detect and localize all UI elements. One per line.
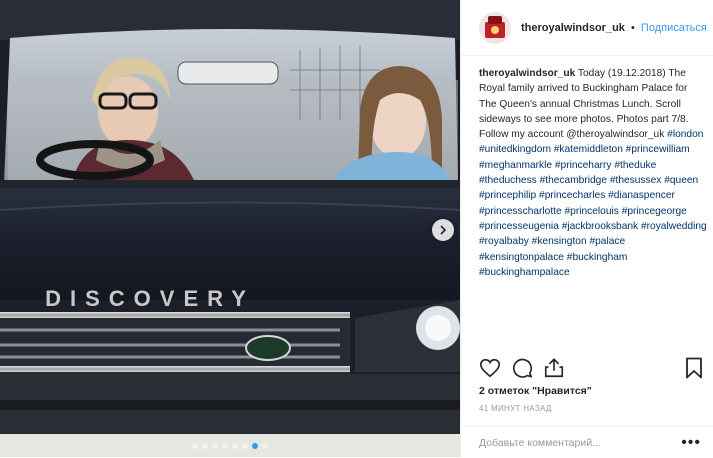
post-timestamp[interactable]: 41 МИНУТ НАЗАД xyxy=(479,404,552,413)
car-badge-text: DISCOVERY xyxy=(45,286,255,311)
instagram-post: DISCOVERY theroyalwindsor_uk • Подписать… xyxy=(0,0,713,457)
caption-hashtags[interactable]: #london #unitedkingdom #katemiddleton #p… xyxy=(479,129,707,278)
header-separator: • xyxy=(630,21,635,34)
share-icon[interactable] xyxy=(543,357,565,379)
bookmark-icon[interactable] xyxy=(685,357,703,379)
chevron-right-icon xyxy=(440,225,447,235)
carousel-dot xyxy=(192,443,198,449)
likes-count[interactable]: 2 отметок "Нравится" xyxy=(479,385,592,397)
comment-icon[interactable] xyxy=(511,357,533,379)
post-photo[interactable]: DISCOVERY xyxy=(0,0,460,457)
carousel-dot xyxy=(242,443,248,449)
caption-username[interactable]: theroyalwindsor_uk xyxy=(479,68,575,79)
carousel-next-button[interactable] xyxy=(432,219,454,241)
post-caption: theroyalwindsor_uk Today (19.12.2018) Th… xyxy=(479,66,707,280)
post-details-panel: theroyalwindsor_uk • Подписаться theroya… xyxy=(460,0,713,457)
post-header: theroyalwindsor_uk • Подписаться xyxy=(461,0,713,56)
avatar[interactable] xyxy=(479,11,511,44)
profile-picture-icon xyxy=(479,11,511,44)
comment-input[interactable] xyxy=(479,436,681,449)
carousel-dot xyxy=(222,443,228,449)
comment-bar: ••• xyxy=(461,426,713,458)
carousel-dot xyxy=(262,443,268,449)
carousel-dot xyxy=(202,443,208,449)
carousel-dot xyxy=(252,443,258,449)
header-username[interactable]: theroyalwindsor_uk xyxy=(521,22,625,34)
carousel-dot xyxy=(212,443,218,449)
action-bar xyxy=(479,357,575,379)
carousel-dot xyxy=(232,443,238,449)
header-text: theroyalwindsor_uk • Подписаться xyxy=(521,22,707,34)
follow-button[interactable]: Подписаться xyxy=(641,22,707,34)
heart-icon[interactable] xyxy=(479,357,501,379)
car-photo-illustration: DISCOVERY xyxy=(0,0,460,457)
more-options-icon[interactable]: ••• xyxy=(681,434,701,452)
carousel-indicator xyxy=(0,443,460,449)
